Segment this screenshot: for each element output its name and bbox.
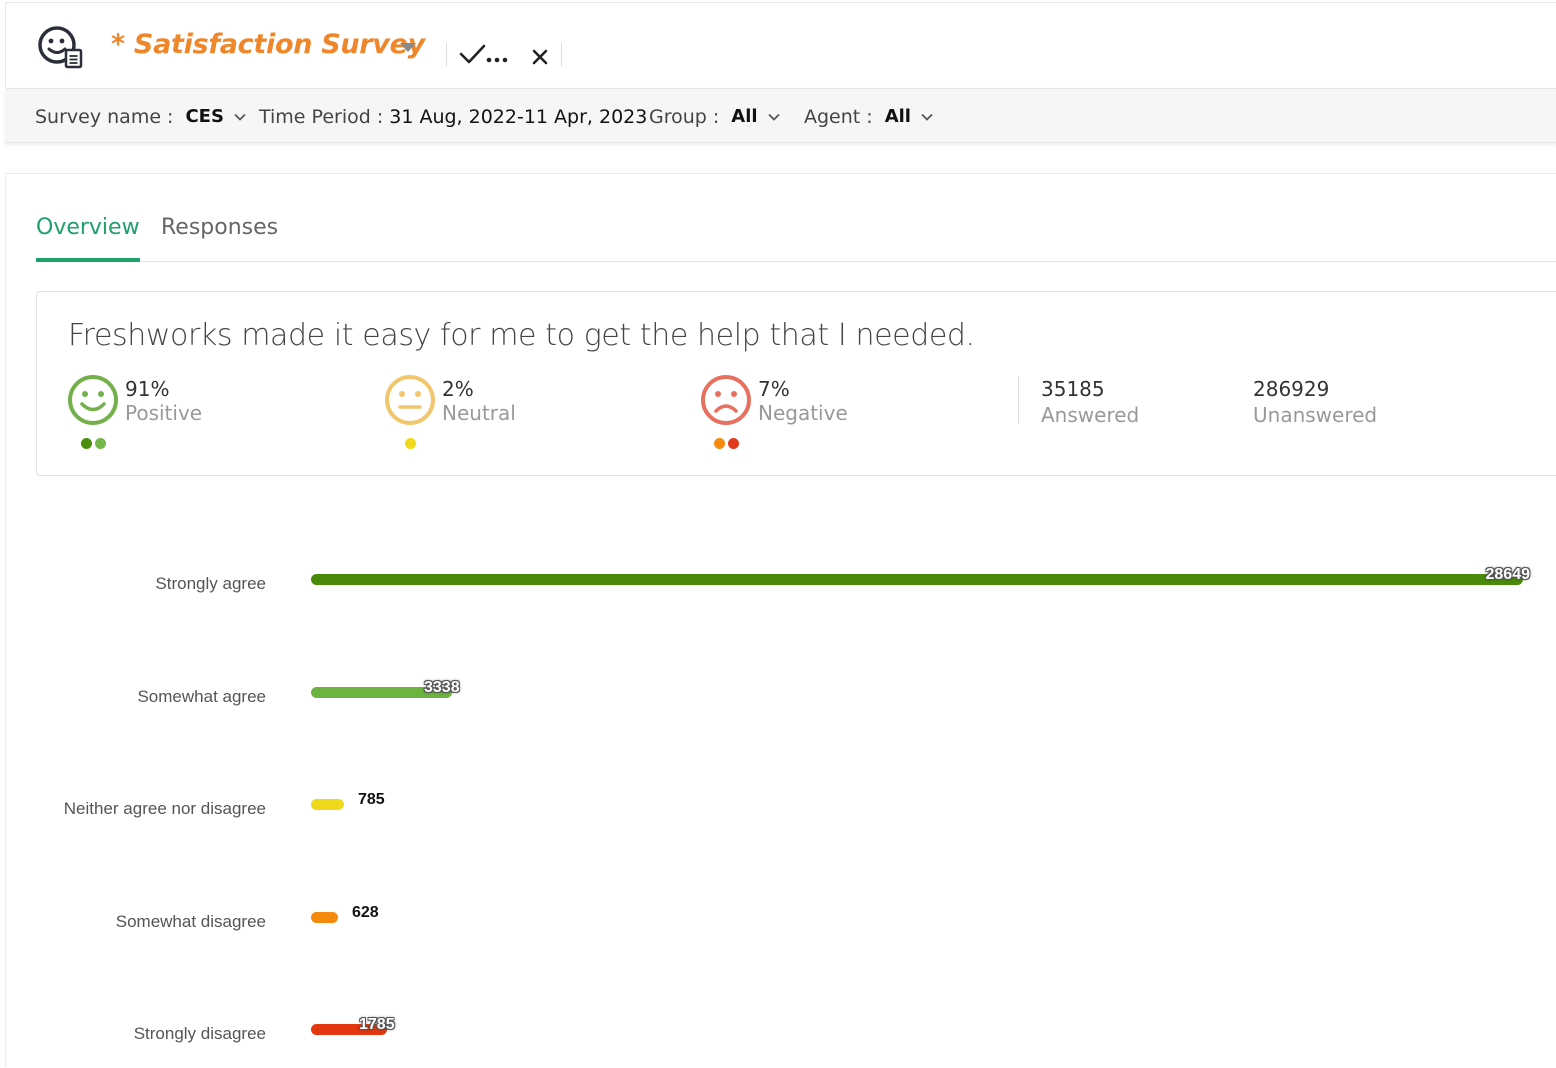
survey-question: Freshworks made it easy for me to get th… <box>68 318 975 353</box>
check-more-icon[interactable] <box>458 41 510 69</box>
survey-name-value[interactable]: CES <box>185 106 223 127</box>
survey-name-filter[interactable]: Survey name : CES <box>35 89 246 144</box>
neutral-face-icon <box>385 375 435 425</box>
chart-row: Somewhat agree 3338 <box>6 677 1556 717</box>
agent-label: Agent : <box>804 105 873 128</box>
category-label: Somewhat disagree <box>115 912 266 931</box>
chart-row: Somewhat disagree 628 <box>6 902 1556 942</box>
negative-legend-dots <box>700 438 752 450</box>
bar-value-label: 3338 <box>424 679 460 696</box>
time-period-filter[interactable]: Time Period : 31 Aug, 2022-11 Apr, 2023 <box>259 89 647 144</box>
bar[interactable] <box>311 574 1523 585</box>
neutral-label: Neutral <box>442 401 516 425</box>
bar-value-label: 1785 <box>359 1016 395 1033</box>
positive-label: Positive <box>125 401 203 425</box>
group-filter[interactable]: Group : All <box>649 89 780 144</box>
legend-dot <box>80 438 92 449</box>
bar-value-label: 28649 <box>1485 566 1531 583</box>
response-distribution-chart: Strongly agree 28649 Somewhat agree 3338 Nei… <box>6 514 1556 1068</box>
tab-responses[interactable]: Responses <box>161 214 278 262</box>
chart-row: Strongly agree 28649 <box>6 564 1556 604</box>
negative-label: Negative <box>758 401 848 425</box>
chevron-down-icon[interactable] <box>767 113 780 121</box>
divider <box>561 43 562 67</box>
answered-number: 35185 <box>1041 377 1105 401</box>
sad-face-icon <box>701 375 751 425</box>
unanswered-number: 286929 <box>1253 377 1330 401</box>
tab-overview[interactable]: Overview <box>36 214 140 262</box>
unanswered-count: 286929 Unanswered <box>1253 377 1377 427</box>
answered-label: Answered <box>1041 403 1140 427</box>
agent-filter[interactable]: Agent : All <box>804 89 933 144</box>
negative-percent: 7% <box>758 377 790 401</box>
legend-dot <box>404 438 416 449</box>
smiley-document-icon <box>38 26 83 69</box>
chevron-down-icon[interactable] <box>234 113 246 121</box>
smile-face-icon <box>68 375 118 425</box>
neutral-percent: 2% <box>442 377 474 401</box>
chart-row: Strongly disagree 1785 <box>6 1014 1556 1054</box>
filter-bar: Survey name : CES Time Period : 31 Aug, … <box>5 88 1556 143</box>
group-value[interactable]: All <box>731 106 757 127</box>
bar[interactable] <box>311 799 344 810</box>
positive-legend-dots <box>67 438 119 450</box>
positive-percent: 91% <box>125 377 170 401</box>
legend-dot <box>727 438 739 449</box>
divider <box>446 43 447 67</box>
report-panel: Overview Responses Freshworks made it ea… <box>5 173 1556 1067</box>
agent-value[interactable]: All <box>885 106 911 127</box>
unanswered-label: Unanswered <box>1253 403 1378 427</box>
bar-value-label: 785 <box>358 791 385 808</box>
divider <box>1018 376 1019 424</box>
category-label: Neither agree nor disagree <box>63 799 266 818</box>
bar[interactable] <box>311 912 338 923</box>
time-period-value[interactable]: 31 Aug, 2022-11 Apr, 2023 <box>389 106 647 128</box>
survey-name-label: Survey name : <box>35 105 174 128</box>
bar-value-label: 628 <box>352 904 379 921</box>
group-label: Group : <box>649 105 720 128</box>
chevron-down-icon[interactable] <box>921 113 933 121</box>
category-label: Strongly disagree <box>133 1024 266 1043</box>
legend-dot <box>713 438 725 449</box>
category-label: Somewhat agree <box>137 687 266 706</box>
tab-bar: Overview Responses <box>36 214 1556 262</box>
close-icon[interactable] <box>528 45 552 69</box>
category-label: Strongly agree <box>155 574 266 593</box>
neutral-legend-dots <box>384 438 436 450</box>
time-period-label: Time Period : <box>259 105 384 128</box>
survey-title: * Satisfaction Survey <box>111 29 425 60</box>
caret-down-icon[interactable] <box>400 43 416 52</box>
chart-row: Neither agree nor disagree 785 <box>6 789 1556 829</box>
answered-count: 35185 Answered <box>1041 377 1139 427</box>
summary-card: Freshworks made it easy for me to get th… <box>36 291 1556 476</box>
title-bar: * Satisfaction Survey <box>5 2 1556 88</box>
legend-dot <box>94 438 106 449</box>
